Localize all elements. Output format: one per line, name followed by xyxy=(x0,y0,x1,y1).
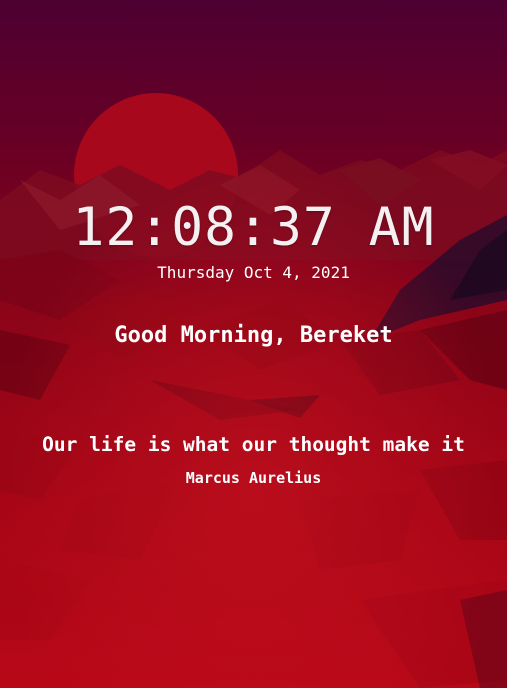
quote-author: Marcus Aurelius xyxy=(185,469,322,487)
clock-date: Thursday Oct 4, 2021 xyxy=(157,263,350,282)
greeting-text[interactable]: Good Morning, Bereket xyxy=(0,320,507,352)
clock-time: 12:08:37 AM xyxy=(72,197,435,258)
momentum-dashboard: 12:08:37 AM Thursday Oct 4, 2021 Good Mo… xyxy=(0,0,507,688)
quote-text[interactable]: Our life is what our thought make it xyxy=(0,431,507,459)
